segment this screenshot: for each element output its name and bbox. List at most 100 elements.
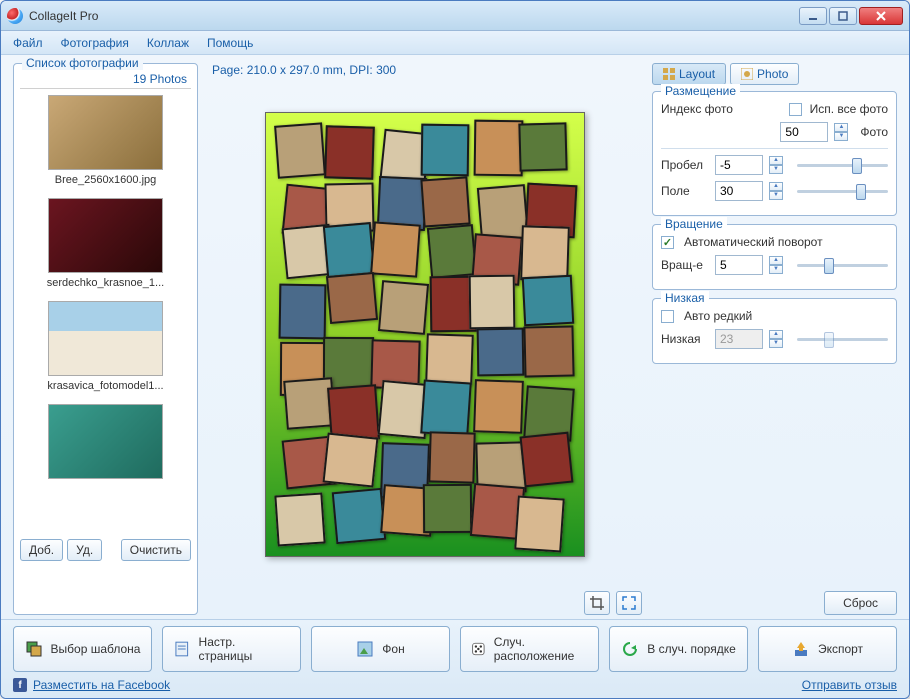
field-input[interactable]	[715, 181, 763, 201]
list-item[interactable]: serdechko_krasnoe_1...	[20, 192, 191, 295]
list-item[interactable]: krasavica_fotomodel1...	[20, 295, 191, 398]
minimize-button[interactable]	[799, 7, 827, 25]
photo-count: 19 Photos	[20, 72, 191, 86]
sparse-input	[715, 329, 763, 349]
export-icon	[792, 640, 810, 658]
collage-tile[interactable]	[274, 123, 326, 180]
collage-tile[interactable]	[427, 224, 477, 279]
placement-group: Размещение Индекс фото Исп. все фото ▲▼ …	[652, 91, 897, 216]
menu-file[interactable]: Файл	[13, 36, 43, 50]
background-button[interactable]: Фон	[311, 626, 450, 672]
collage-tile[interactable]	[425, 334, 473, 385]
rotation-group: Вращение Автоматический поворот Вращ-е ▲…	[652, 224, 897, 290]
crop-tool-button[interactable]	[584, 591, 610, 615]
close-button[interactable]	[859, 7, 903, 25]
auto-rotate-label: Автоматический поворот	[684, 235, 823, 249]
app-icon	[7, 8, 23, 24]
delete-photo-button[interactable]: Уд.	[67, 539, 102, 561]
tab-layout[interactable]: Layout	[652, 63, 726, 85]
photo-icon	[741, 68, 753, 80]
collage-tile[interactable]	[325, 126, 376, 180]
gap-slider[interactable]	[797, 156, 888, 174]
list-item[interactable]: Bree_2560x1600.jpg	[20, 89, 191, 192]
collage-tile[interactable]	[521, 274, 573, 326]
rotation-spinner[interactable]: ▲▼	[769, 256, 783, 274]
collage-tile[interactable]	[323, 222, 376, 278]
collage-tile[interactable]	[421, 379, 472, 436]
gap-spinner[interactable]: ▲▼	[769, 156, 783, 174]
settings-panel: Layout Photo Размещение Индекс фото Исп.…	[652, 63, 897, 615]
collage-tile[interactable]	[474, 120, 523, 176]
export-button[interactable]: Экспорт	[758, 626, 897, 672]
collage-canvas[interactable]	[265, 112, 585, 557]
use-all-label: Исп. все фото	[810, 102, 888, 116]
template-icon	[25, 640, 43, 658]
collage-tile[interactable]	[421, 177, 471, 228]
tab-photo-label: Photo	[757, 67, 788, 81]
maximize-button[interactable]	[829, 7, 857, 25]
collage-tile[interactable]	[274, 492, 325, 546]
collage-tile[interactable]	[378, 280, 429, 335]
thumbnail-name: serdechko_krasnoe_1...	[24, 277, 187, 289]
window-title: CollageIt Pro	[29, 9, 797, 23]
collage-tile[interactable]	[429, 432, 476, 485]
collage-tile[interactable]	[473, 379, 524, 434]
photo-list-title: Список фотографии	[22, 56, 143, 70]
sparse-spinner[interactable]: ▲▼	[769, 330, 783, 348]
collage-tile[interactable]	[278, 284, 326, 340]
collage-tile[interactable]	[520, 432, 574, 488]
gap-label: Пробел	[661, 158, 709, 172]
menu-photo[interactable]: Фотография	[61, 36, 129, 50]
rotation-slider[interactable]	[797, 256, 888, 274]
titlebar[interactable]: CollageIt Pro	[1, 1, 909, 31]
content-area: Список фотографии 19 Photos Bree_2560x16…	[1, 55, 909, 619]
photo-suffix: Фото	[860, 125, 888, 139]
thumbnail-list[interactable]: Bree_2560x1600.jpg serdechko_krasnoe_1..…	[20, 88, 191, 533]
collage-tile[interactable]	[322, 432, 378, 487]
auto-sparse-checkbox[interactable]	[661, 310, 674, 323]
facebook-link[interactable]: Разместить на Facebook	[33, 678, 170, 692]
rotation-title: Вращение	[661, 217, 727, 231]
feedback-link[interactable]: Отправить отзыв	[802, 678, 897, 692]
tab-photo[interactable]: Photo	[730, 63, 799, 85]
auto-rotate-checkbox[interactable]	[661, 236, 674, 249]
field-spinner[interactable]: ▲▼	[769, 182, 783, 200]
collage-tile[interactable]	[370, 222, 421, 278]
clear-photos-button[interactable]: Очистить	[121, 539, 191, 561]
collage-tile[interactable]	[523, 326, 574, 378]
use-all-checkbox[interactable]	[789, 103, 802, 116]
auto-sparse-label: Авто редкий	[684, 309, 752, 323]
template-button[interactable]: Выбор шаблона	[13, 626, 152, 672]
random-order-button[interactable]: В случ. порядке	[609, 626, 748, 672]
index-input[interactable]	[780, 122, 828, 142]
page-setup-button[interactable]: Настр. страницы	[162, 626, 301, 672]
collage-tile[interactable]	[469, 275, 516, 330]
menu-collage[interactable]: Коллаж	[147, 36, 189, 50]
collage-tile[interactable]	[423, 484, 473, 533]
sparse-group: Низкая Авто редкий Низкая ▲▼	[652, 298, 897, 364]
collage-tile[interactable]	[420, 124, 469, 177]
field-label: Поле	[661, 184, 709, 198]
menu-help[interactable]: Помощь	[207, 36, 253, 50]
page-icon	[173, 640, 191, 658]
add-photo-button[interactable]: Доб.	[20, 539, 63, 561]
rotation-input[interactable]	[715, 255, 763, 275]
collage-tile[interactable]	[520, 226, 569, 283]
collage-tile[interactable]	[477, 327, 524, 376]
list-item[interactable]	[20, 398, 191, 489]
index-spinner[interactable]: ▲▼	[834, 123, 848, 141]
gap-input[interactable]	[715, 155, 763, 175]
collage-tile[interactable]	[326, 272, 378, 324]
random-layout-button[interactable]: Случ. расположение	[460, 626, 599, 672]
fit-screen-button[interactable]	[616, 591, 642, 615]
collage-tile[interactable]	[331, 488, 386, 545]
tab-layout-label: Layout	[679, 67, 715, 81]
collage-tile[interactable]	[514, 495, 565, 552]
bottom-bar: Выбор шаблона Настр. страницы Фон Случ. …	[1, 619, 909, 698]
page-info: Page: 210.0 x 297.0 mm, DPI: 300	[208, 63, 642, 77]
reset-button[interactable]: Сброс	[824, 591, 897, 615]
field-slider[interactable]	[797, 182, 888, 200]
thumbnail-name: krasavica_fotomodel1...	[24, 380, 187, 392]
photo-list-panel: Список фотографии 19 Photos Bree_2560x16…	[13, 63, 198, 615]
collage-tile[interactable]	[519, 122, 568, 172]
